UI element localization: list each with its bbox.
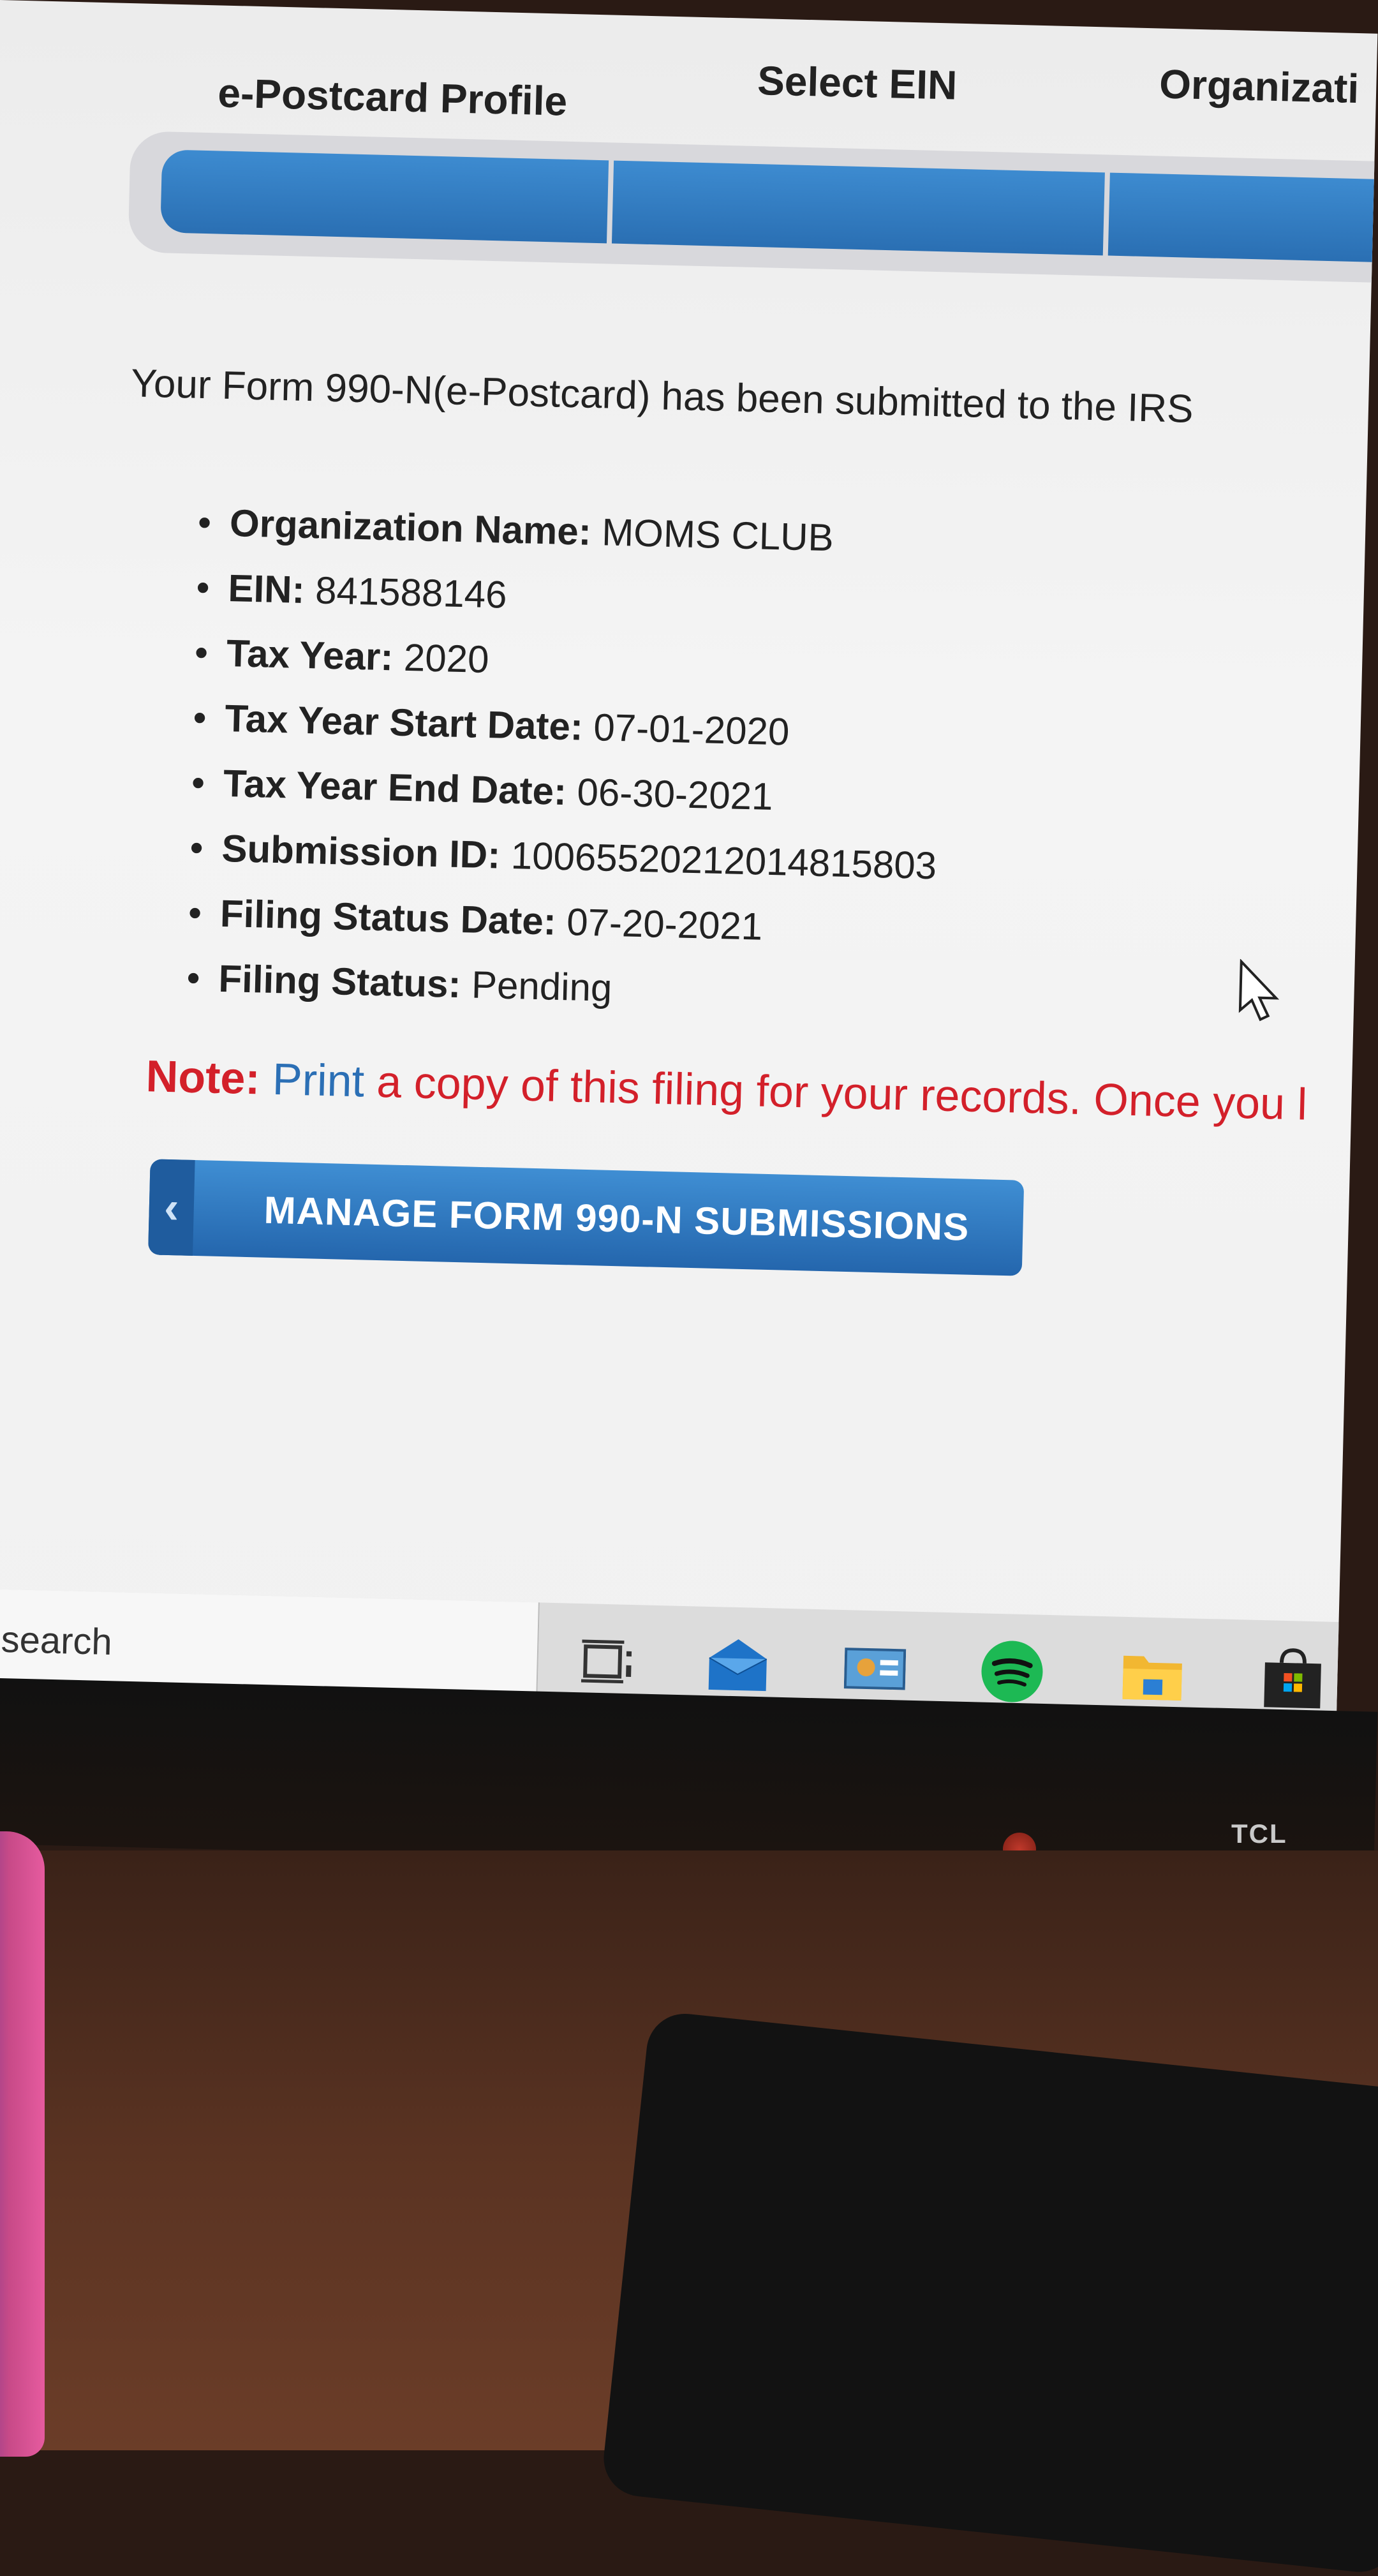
print-link[interactable]: Print — [272, 1054, 365, 1106]
detail-label: Filing Status Date: — [219, 891, 557, 943]
browser-screen: e-Postcard Profile Select EIN Organizati… — [0, 0, 1378, 1731]
mouse-cursor-icon — [1237, 958, 1284, 1027]
control-panel-icon[interactable] — [842, 1635, 907, 1701]
manage-submissions-label: MANAGE FORM 990-N SUBMISSIONS — [263, 1188, 970, 1249]
confirmation-message: Your Form 990-N(e-Postcard) has been sub… — [130, 361, 1194, 431]
progress-segment-profile — [160, 149, 609, 244]
detail-label: Filing Status: — [218, 957, 462, 1006]
taskbar-search-text: to search — [0, 1618, 113, 1664]
detail-value: 10065520212014815803 — [510, 833, 937, 888]
detail-label: Submission ID: — [221, 826, 501, 877]
progress-segment-organization — [1108, 172, 1378, 265]
manage-submissions-button[interactable]: ‹ MANAGE FORM 990-N SUBMISSIONS — [148, 1159, 1025, 1276]
detail-label: Tax Year End Date: — [223, 761, 567, 814]
detail-value: 07-20-2021 — [566, 900, 763, 948]
detail-label: Tax Year Start Date: — [224, 696, 584, 748]
mug-image — [0, 1831, 45, 2457]
step-label-select-ein[interactable]: Select EIN — [757, 57, 958, 109]
keyboard-image — [600, 2010, 1378, 2576]
progress-bar — [128, 131, 1378, 285]
monitor-brand: TCL — [1231, 1819, 1287, 1849]
note-body: a copy of this filing for your records. … — [376, 1056, 1308, 1129]
store-icon[interactable] — [1260, 1646, 1325, 1711]
step-label-profile[interactable]: e-Postcard Profile — [218, 69, 568, 124]
chevron-left-icon: ‹ — [148, 1159, 195, 1256]
note-label: Note: — [145, 1051, 261, 1104]
monitor-bezel — [0, 1678, 1378, 1878]
progress-segment-select-ein — [611, 160, 1105, 256]
detail-value: 841588146 — [315, 569, 508, 616]
note-text: Note: Print a copy of this filing for yo… — [145, 1050, 1308, 1129]
progress-steps: e-Postcard Profile Select EIN Organizati — [0, 38, 1377, 138]
detail-label: Organization Name: — [229, 502, 592, 553]
detail-value: Pending — [471, 963, 613, 1009]
task-view-icon[interactable] — [574, 1629, 639, 1694]
filing-details-list: Organization Name: MOMS CLUB EIN: 841588… — [186, 490, 945, 1029]
detail-value: 07-01-2020 — [593, 706, 790, 754]
detail-label: EIN: — [227, 567, 306, 611]
mail-icon[interactable] — [705, 1632, 770, 1697]
detail-value: MOMS CLUB — [601, 510, 834, 560]
file-explorer-icon[interactable] — [1120, 1642, 1185, 1708]
spotify-icon[interactable] — [979, 1639, 1044, 1704]
detail-label: Tax Year: — [226, 631, 394, 679]
detail-value: 06-30-2021 — [576, 770, 774, 818]
step-label-organization[interactable]: Organizati — [1159, 60, 1359, 112]
detail-value: 2020 — [403, 636, 490, 681]
